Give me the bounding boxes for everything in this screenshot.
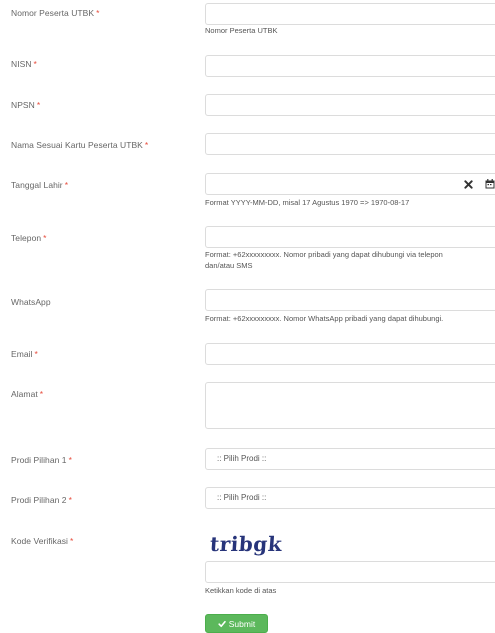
calendar-icon[interactable] (480, 174, 495, 194)
telepon-help-line2: dan/atau SMS (205, 261, 253, 270)
label-prodi-1: Prodi Pilihan 1 * (11, 455, 72, 465)
tanggal-lahir-input-group (205, 173, 495, 195)
check-icon (218, 620, 226, 628)
label-prodi-2: Prodi Pilihan 2 * (11, 495, 72, 505)
required-mark: * (43, 233, 47, 243)
label-nama: Nama Sesuai Kartu Peserta UTBK * (11, 140, 148, 150)
label-text: Email (11, 349, 33, 359)
label-whatsapp: WhatsApp (11, 297, 51, 307)
tanggal-lahir-help: Format YYYY-MM-DD, misal 17 Agustus 1970… (205, 198, 410, 207)
whatsapp-help: Format: +62xxxxxxxxx. Nomor WhatsApp pri… (205, 314, 444, 323)
label-alamat: Alamat * (11, 389, 43, 399)
label-text: NISN (11, 59, 32, 69)
npsn-input[interactable] (205, 94, 495, 116)
required-mark: * (36, 100, 41, 110)
submit-button[interactable]: Submit (205, 614, 268, 633)
times-icon[interactable] (458, 174, 478, 194)
required-mark: * (34, 349, 38, 359)
label-email: Email * (11, 349, 38, 359)
captcha-image: tribgk (209, 532, 284, 556)
required-mark: * (68, 455, 72, 465)
required-mark: * (96, 8, 100, 18)
label-npsn: NPSN * (11, 100, 40, 110)
required-mark: * (69, 536, 74, 546)
nomor-peserta-input[interactable] (205, 3, 495, 25)
nama-input[interactable] (205, 133, 495, 155)
nomor-peserta-help: Nomor Peserta UTBK (205, 26, 278, 35)
label-text: WhatsApp (11, 297, 51, 307)
required-mark: * (64, 180, 69, 190)
required-mark: * (33, 59, 37, 69)
label-text: Telepon (11, 233, 42, 243)
tanggal-lahir-input[interactable] (206, 174, 456, 194)
prodi-1-select[interactable]: :: Pilih Prodi :: (205, 448, 495, 470)
label-telepon: Telepon * (11, 233, 46, 243)
required-mark: * (144, 140, 149, 150)
label-text: Prodi Pilihan 1 (11, 455, 67, 465)
nisn-input[interactable] (205, 55, 495, 77)
alamat-textarea[interactable] (205, 382, 495, 429)
prodi-2-select[interactable]: :: Pilih Prodi :: (205, 487, 495, 509)
label-text: Alamat (11, 389, 38, 399)
label-text: Tanggal Lahir (11, 180, 63, 190)
submit-label: Submit (228, 618, 256, 629)
label-nisn: NISN * (11, 59, 37, 69)
label-text: Kode Verifikasi (11, 536, 68, 546)
required-mark: * (68, 495, 72, 505)
label-nomor-peserta: Nomor Peserta UTBK * (11, 8, 99, 18)
kode-verifikasi-help: Ketikkan kode di atas (205, 586, 277, 595)
registration-form: Nomor Peserta UTBK * Nomor Peserta UTBK N… (0, 0, 495, 633)
label-text: Nama Sesuai Kartu Peserta UTBK (11, 140, 143, 150)
email-input[interactable] (205, 343, 495, 365)
telepon-input[interactable] (205, 226, 495, 248)
label-kode-verifikasi: Kode Verifikasi * (11, 536, 73, 546)
whatsapp-input[interactable] (205, 289, 495, 311)
kode-verifikasi-input[interactable] (205, 561, 495, 583)
required-mark: * (39, 389, 44, 399)
label-text: Prodi Pilihan 2 (11, 495, 67, 505)
label-text: Nomor Peserta UTBK (11, 8, 95, 18)
label-tanggal-lahir: Tanggal Lahir * (11, 180, 68, 190)
telepon-help-line1: Format: +62xxxxxxxxx. Nomor pribadi yang… (205, 250, 443, 259)
label-text: NPSN (11, 100, 35, 110)
